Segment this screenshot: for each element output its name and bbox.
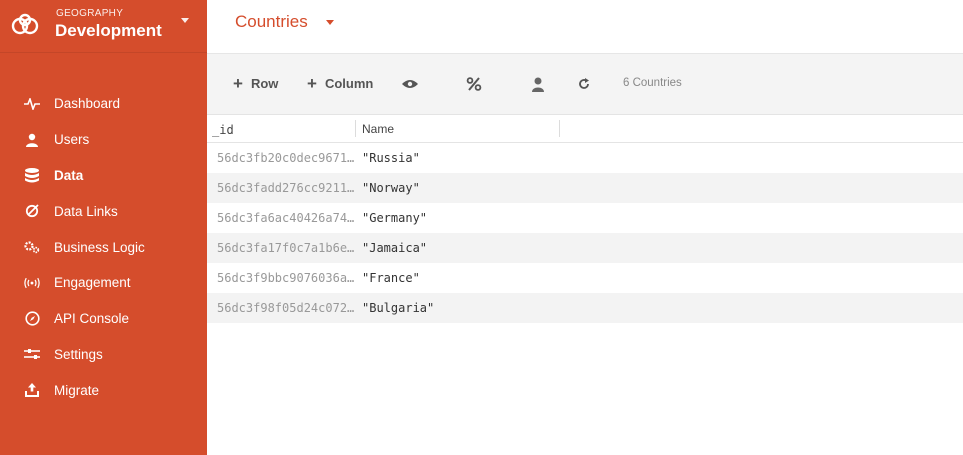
column-header-name[interactable]: Name	[362, 122, 394, 136]
sidebar-item-label: Users	[54, 132, 90, 148]
data-toolbar: + Row + Column 6 Countries	[207, 54, 963, 115]
id-cell[interactable]: 56dc3f98f05d24c072…	[217, 301, 355, 315]
table-row[interactable]: 56dc3fa17f0c7a1b6e… "Jamaica"	[207, 233, 963, 263]
sidebar-item-label: Settings	[54, 346, 103, 362]
gears-icon	[24, 239, 40, 255]
sidebar-item-label: Business Logic	[54, 239, 145, 255]
sidebar-item-users[interactable]: Users	[0, 122, 207, 158]
percent-icon[interactable]	[465, 75, 483, 93]
user-icon	[24, 132, 40, 148]
upload-icon	[24, 382, 40, 398]
eye-icon[interactable]	[401, 75, 419, 93]
column-header-id[interactable]: _id	[212, 123, 234, 137]
table-row[interactable]: 56dc3fb20c0dec9671… "Russia"	[207, 143, 963, 173]
sidebar-nav: Dashboard Users Data Data Links Business…	[0, 86, 207, 408]
sidebar-item-label: Migrate	[54, 382, 100, 398]
sidebar-item-data[interactable]: Data	[0, 158, 207, 194]
sidebar-item-api-console[interactable]: API Console	[0, 301, 207, 337]
table-row[interactable]: 56dc3f9bbc9076036a… "France"	[207, 263, 963, 293]
app-logo-icon	[11, 13, 39, 35]
pulse-icon	[24, 96, 40, 112]
link-icon	[24, 203, 40, 219]
plus-icon: +	[307, 73, 317, 93]
name-cell[interactable]: "Germany"	[362, 211, 427, 225]
plus-icon: +	[233, 73, 243, 93]
name-cell[interactable]: "Jamaica"	[362, 241, 427, 255]
id-cell[interactable]: 56dc3fa6ac40426a74…	[217, 211, 355, 225]
sidebar-item-settings[interactable]: Settings	[0, 337, 207, 373]
table-row[interactable]: 56dc3f98f05d24c072… "Bulgaria"	[207, 293, 963, 323]
table-row[interactable]: 56dc3fadd276cc9211… "Norway"	[207, 173, 963, 203]
compass-icon	[24, 311, 40, 327]
sliders-icon	[24, 346, 40, 362]
sidebar-item-label: Dashboard	[54, 96, 121, 112]
sidebar-item-label: Data	[54, 167, 84, 183]
column-divider[interactable]	[355, 120, 356, 137]
sidebar-item-business-logic[interactable]: Business Logic	[0, 229, 207, 265]
app-name: Development	[55, 21, 162, 40]
refresh-icon[interactable]	[575, 75, 593, 93]
sidebar-item-engagement[interactable]: Engagement	[0, 265, 207, 301]
add-column-label: Column	[324, 76, 374, 91]
id-cell[interactable]: 56dc3fb20c0dec9671…	[217, 151, 355, 165]
add-column-button[interactable]: + Column	[307, 73, 374, 93]
column-divider[interactable]	[559, 120, 560, 137]
id-cell[interactable]: 56dc3f9bbc9076036a…	[217, 271, 355, 285]
app-subtitle: GEOGRAPHY	[56, 8, 124, 19]
chevron-down-icon[interactable]	[326, 20, 334, 25]
table-body: 56dc3fb20c0dec9671… "Russia" 56dc3fadd27…	[207, 143, 963, 323]
name-cell[interactable]: "Bulgaria"	[362, 301, 434, 315]
sidebar-item-dashboard[interactable]: Dashboard	[0, 86, 207, 122]
sidebar: GEOGRAPHY Development Dashboard Users Da…	[0, 0, 207, 455]
table-row[interactable]: 56dc3fa6ac40426a74… "Germany"	[207, 203, 963, 233]
broadcast-icon	[24, 275, 40, 291]
database-icon	[24, 167, 40, 183]
table-selector[interactable]: Countries	[235, 12, 308, 32]
add-row-label: Row	[250, 76, 279, 91]
name-cell[interactable]: "Norway"	[362, 181, 420, 195]
chevron-down-icon[interactable]	[181, 18, 189, 23]
add-row-button[interactable]: + Row	[233, 73, 279, 93]
record-count: 6 Countries	[623, 77, 682, 89]
id-cell[interactable]: 56dc3fadd276cc9211…	[217, 181, 355, 195]
table-header: _id Name	[207, 115, 963, 143]
sidebar-item-label: API Console	[54, 311, 130, 327]
sidebar-item-migrate[interactable]: Migrate	[0, 372, 207, 408]
sidebar-item-label: Data Links	[54, 203, 118, 219]
sidebar-item-data-links[interactable]: Data Links	[0, 193, 207, 229]
user-icon[interactable]	[529, 75, 547, 93]
name-cell[interactable]: "France"	[362, 271, 420, 285]
top-bar: Countries	[207, 0, 963, 54]
app-switcher[interactable]: GEOGRAPHY Development	[0, 0, 207, 53]
sidebar-item-label: Engagement	[54, 275, 131, 291]
id-cell[interactable]: 56dc3fa17f0c7a1b6e…	[217, 241, 355, 255]
data-table: _id Name 56dc3fb20c0dec9671… "Russia" 56…	[207, 115, 963, 323]
name-cell[interactable]: "Russia"	[362, 151, 420, 165]
